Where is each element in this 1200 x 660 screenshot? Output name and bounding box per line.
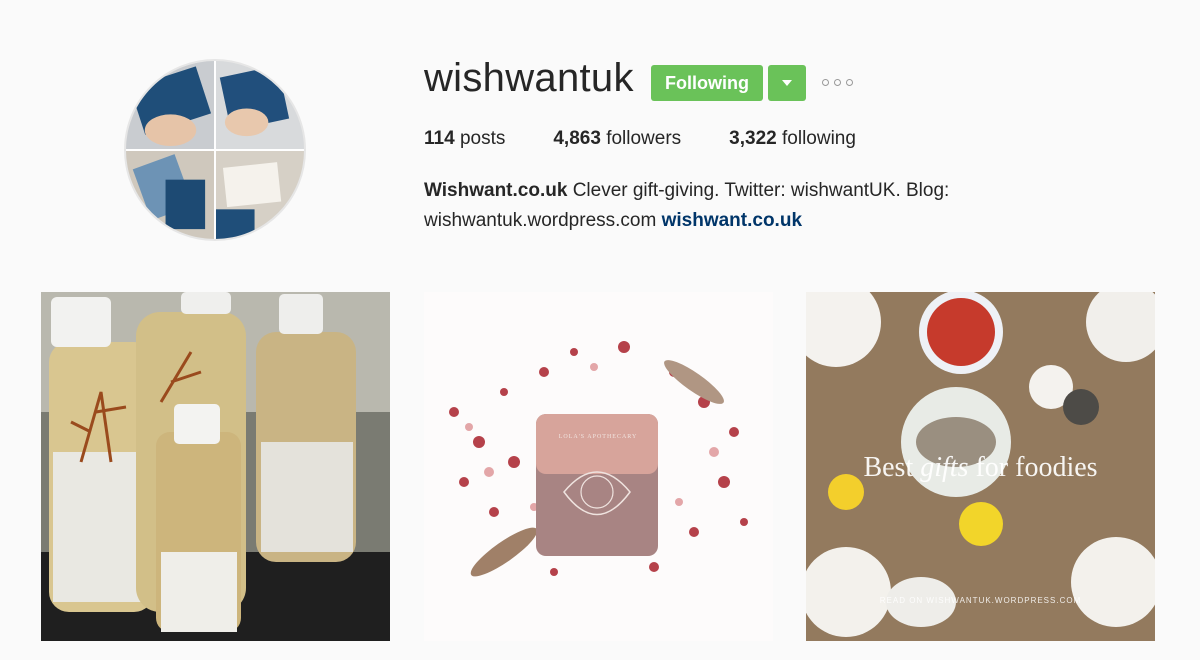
post-thumbnail-3[interactable]: Best gifts for foodies READ ON WISHWANTU… xyxy=(806,292,1155,641)
post-thumbnail-1[interactable] xyxy=(41,292,390,641)
post-footer-text: READ ON WISHWANTUK.WORDPRESS.COM xyxy=(879,596,1082,605)
bio-website-link[interactable]: wishwant.co.uk xyxy=(662,210,802,231)
posts-label: posts xyxy=(459,128,506,149)
profile-username: wishwantuk xyxy=(424,56,634,100)
candle-label-text: LOLA'S APOTHECARY xyxy=(558,434,638,440)
caption-word-1: Best xyxy=(863,452,914,483)
profile-stats: 114 posts 4,863 followers 3,322 followin… xyxy=(424,128,904,150)
caret-down-icon xyxy=(782,80,792,86)
post-thumbnail-2[interactable]: LOLA'S APOTHECARY xyxy=(424,292,773,641)
profile-avatar[interactable] xyxy=(124,59,306,241)
following-button[interactable]: Following xyxy=(651,65,763,101)
post-image-candle xyxy=(424,292,773,641)
posts-count: 114 xyxy=(424,128,455,149)
profile-bio: Wishwant.co.uk Clever gift-giving. Twitt… xyxy=(424,176,1044,236)
followers-label: followers xyxy=(606,128,682,149)
followers-stat[interactable]: 4,863 followers xyxy=(553,128,681,150)
post-image-oil-bottles xyxy=(41,292,390,641)
post-caption-overlay: Best gifts for foodies xyxy=(806,452,1155,484)
caption-word-italic: gifts xyxy=(920,452,969,483)
follow-options-dropdown-button[interactable] xyxy=(768,65,806,101)
following-count: 3,322 xyxy=(729,128,777,149)
following-stat[interactable]: 3,322 following xyxy=(729,128,856,150)
followers-count: 4,863 xyxy=(553,128,601,149)
more-options-icon[interactable] xyxy=(822,77,854,89)
bio-full-name: Wishwant.co.uk xyxy=(424,180,568,201)
caption-word-2: for foodies xyxy=(975,452,1098,483)
following-stat-label: following xyxy=(782,128,856,149)
posts-stat: 114 posts xyxy=(424,128,505,150)
